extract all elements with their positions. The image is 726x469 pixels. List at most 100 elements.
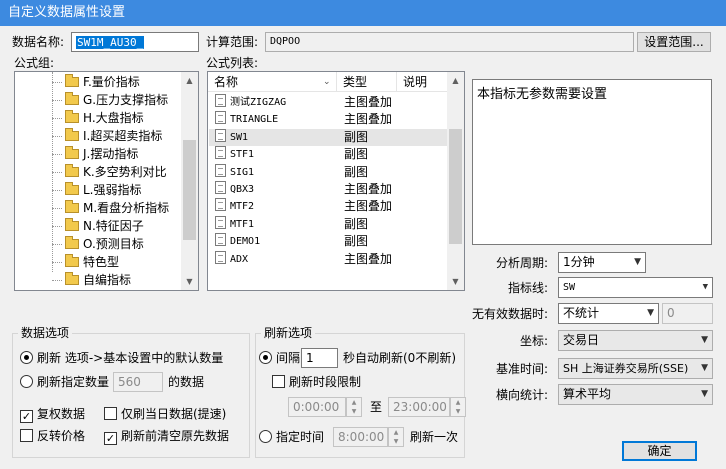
tree-item[interactable]: M.看盘分析指标: [52, 199, 169, 217]
refresh-count-input[interactable]: 560: [113, 372, 163, 392]
formula-file-icon: [215, 250, 226, 264]
window-title: 自定义数据属性设置: [0, 0, 726, 26]
radio-empty-icon: [20, 375, 33, 388]
formula-group-tree[interactable]: F.量价指标 G.压力支撑指标 H.大盘指标 I.超买超卖指标 J.摆动指标 K.多空势利…: [14, 71, 199, 291]
fixed-time-input[interactable]: 8:00:00: [333, 427, 388, 447]
formula-list-scrollbar[interactable]: ▲ ▼: [447, 72, 464, 290]
time-from-spinner-icon[interactable]: ▲ ▼: [346, 397, 362, 417]
column-name[interactable]: 名称: [214, 72, 238, 92]
column-type[interactable]: 类型: [343, 72, 367, 92]
tree-item[interactable]: I.超买超卖指标: [52, 127, 162, 145]
radio-selected-icon: [259, 351, 272, 364]
formula-group-scrollbar[interactable]: ▲ ▼: [181, 72, 198, 290]
horizontal-stat-select[interactable]: 算术平均 ▼: [558, 384, 713, 405]
time-to-spinner-icon[interactable]: ▲ ▼: [450, 397, 466, 417]
table-row[interactable]: MTF2 主图叠加: [209, 198, 447, 215]
folder-icon: [65, 182, 79, 195]
data-name-input[interactable]: SW1M_AU30_: [71, 32, 199, 52]
folder-icon: [65, 110, 79, 123]
tree-item-label: O.预测目标: [83, 237, 144, 251]
formula-type: 副图: [344, 216, 369, 231]
formula-type: 主图叠加: [344, 251, 393, 266]
checkbox-empty-icon: [104, 407, 117, 420]
formula-file-icon: [215, 94, 226, 107]
table-row[interactable]: QBX3 主图叠加: [209, 181, 447, 198]
only-today-checkbox[interactable]: 仅刷当日数据(提速): [104, 405, 226, 423]
data-options-title: 数据选项: [18, 325, 73, 341]
table-row[interactable]: SIG1 副图: [209, 163, 447, 181]
fixed-time-radio[interactable]: 指定时间: [259, 428, 324, 446]
axis-select[interactable]: 交易日 ▼: [558, 330, 713, 351]
tree-item[interactable]: F.量价指标: [52, 73, 140, 91]
table-row[interactable]: DEMO1 副图: [209, 233, 447, 250]
reverse-price-checkbox[interactable]: 反转价格: [20, 427, 85, 445]
tree-item[interactable]: K.多空势利对比: [52, 163, 167, 181]
formula-name: MTF2: [230, 201, 255, 213]
clear-before-checkbox[interactable]: ✓ 刷新前清空原先数据: [104, 427, 229, 445]
invalid-data-label: 无有效数据时:: [471, 307, 548, 321]
folder-open-icon: [65, 272, 79, 285]
table-row[interactable]: MTF1 副图: [209, 215, 447, 233]
time-limit-checkbox[interactable]: 刷新时段限制: [272, 373, 361, 391]
fixed-time-suffix: 刷新一次: [410, 430, 459, 444]
chevron-down-icon: ▼: [701, 335, 708, 345]
refresh-options-title: 刷新选项: [261, 325, 316, 341]
formula-list[interactable]: 名称 ⌄ 类型 说明 测试ZIGZAG 主图叠加 TRIANGLE 主图叠加 SW1 副图…: [207, 71, 465, 291]
formula-list-header: 名称 ⌄ 类型 说明: [208, 72, 447, 92]
tree-item[interactable]: N.特征因子: [52, 217, 144, 235]
tree-item-label: 特色型: [83, 255, 120, 269]
checkbox-empty-icon: [20, 429, 33, 442]
chevron-down-icon: ▼: [702, 282, 708, 292]
tree-item[interactable]: 自编指标: [52, 271, 131, 289]
period-select[interactable]: 1分钟 ▼: [558, 252, 646, 273]
scroll-thumb[interactable]: [449, 129, 462, 244]
formula-name: ADX: [230, 253, 249, 265]
ok-button[interactable]: 确定: [622, 441, 697, 461]
invalid-data-number[interactable]: 0: [662, 303, 713, 324]
chevron-down-icon: ▼: [701, 389, 708, 399]
indicator-line-select[interactable]: SW ▼: [558, 277, 713, 298]
axis-label: 坐标:: [519, 334, 548, 348]
refresh-default-radio[interactable]: 刷新 选项->基本设置中的默认数量: [20, 349, 223, 367]
fixed-time-spinner-icon[interactable]: ▲ ▼: [388, 427, 404, 447]
folder-icon: [65, 218, 79, 231]
scroll-up-arrow-icon[interactable]: ▲: [447, 72, 464, 89]
tree-item-label: K.多空势利对比: [83, 165, 167, 179]
base-time-select[interactable]: SH 上海证券交易所(SSE) ▼: [558, 358, 713, 379]
time-to-input[interactable]: 23:00:00: [388, 397, 450, 417]
formula-name: QBX3: [230, 184, 255, 195]
indicator-line-label: 指标线:: [507, 281, 548, 295]
table-row[interactable]: TRIANGLE 主图叠加: [209, 111, 447, 128]
calc-range-field[interactable]: DQPOO: [265, 32, 634, 52]
table-row[interactable]: ADX 主图叠加: [209, 250, 447, 268]
formula-name: TRIANGLE: [230, 114, 279, 126]
restore-rights-checkbox[interactable]: ✓ 复权数据: [20, 405, 85, 423]
formula-list-label: 公式列表:: [206, 56, 259, 70]
scroll-down-arrow-icon[interactable]: ▼: [447, 273, 464, 290]
set-range-button[interactable]: 设置范围...: [637, 32, 711, 52]
table-row[interactable]: STF1 副图: [209, 146, 447, 163]
refresh-count-radio[interactable]: 刷新指定数量: [20, 373, 109, 391]
formula-file-icon: [215, 146, 226, 160]
scroll-down-arrow-icon[interactable]: ▼: [181, 273, 198, 290]
interval-input[interactable]: 1: [301, 348, 338, 368]
tree-item[interactable]: H.大盘指标: [52, 109, 144, 127]
folder-icon: [65, 254, 79, 267]
time-from-input[interactable]: 0:00:00: [288, 397, 346, 417]
tree-item[interactable]: 特色型: [52, 253, 120, 271]
table-row[interactable]: 测试ZIGZAG 主图叠加: [209, 94, 447, 111]
column-desc[interactable]: 说明: [403, 72, 427, 92]
tree-item[interactable]: L.强弱指标: [52, 181, 142, 199]
tree-item[interactable]: O.预测目标: [52, 235, 144, 253]
scroll-thumb[interactable]: [183, 140, 196, 240]
invalid-data-select[interactable]: 不统计 ▼: [558, 303, 659, 324]
interval-radio[interactable]: 间隔: [259, 349, 300, 367]
indicator-description: 本指标无参数需要设置: [472, 79, 712, 245]
table-row[interactable]: SW1 副图: [209, 128, 447, 146]
scroll-up-arrow-icon[interactable]: ▲: [181, 72, 198, 89]
tree-item[interactable]: J.摆动指标: [52, 145, 138, 163]
data-name-label: 数据名称:: [12, 35, 65, 49]
formula-file-icon: [215, 111, 226, 125]
formula-name: SIG1: [230, 166, 255, 178]
tree-item[interactable]: G.压力支撑指标: [52, 91, 168, 109]
